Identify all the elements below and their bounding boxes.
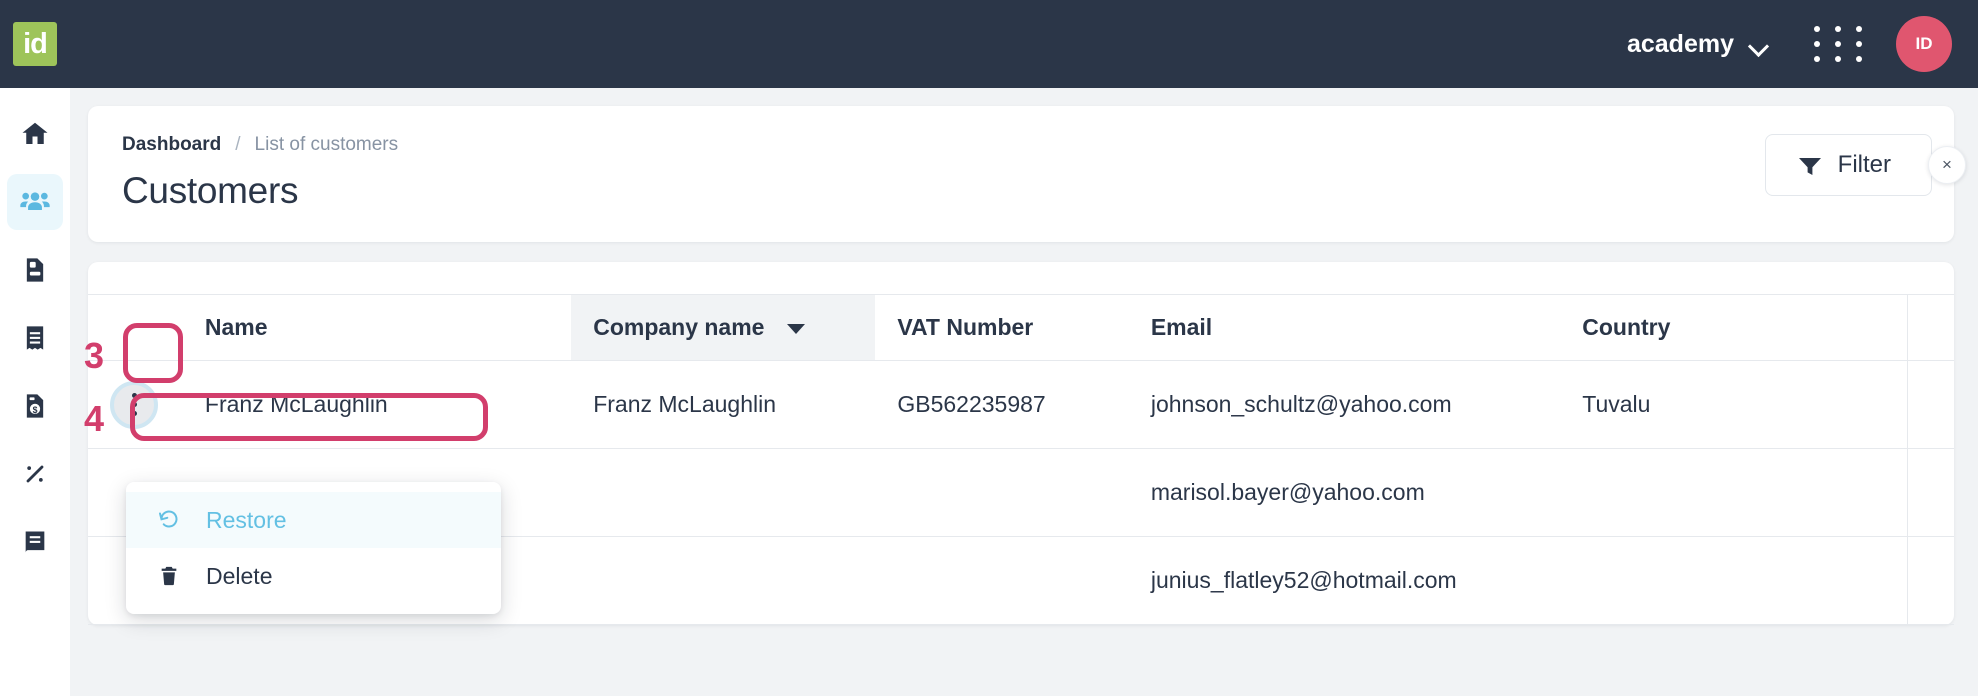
close-icon[interactable]: ×	[1928, 146, 1966, 184]
sidebar-item-customers[interactable]	[7, 174, 63, 230]
top-bar: id academy ID	[0, 0, 1978, 88]
sidebar-item-ledger[interactable]	[7, 514, 63, 570]
cell-vat: GB562235987	[875, 360, 1129, 449]
page-title: Customers	[122, 170, 299, 211]
document-icon	[21, 256, 49, 284]
receipt-icon	[21, 324, 49, 352]
cell-company	[571, 448, 876, 537]
filter-button[interactable]: Filter	[1764, 134, 1932, 196]
apps-grid-icon[interactable]	[1810, 24, 1866, 64]
book-icon	[21, 528, 49, 556]
trash-icon	[156, 564, 182, 588]
svg-text:$: $	[33, 405, 38, 415]
caret-down-icon	[786, 323, 805, 334]
sidebar: $	[0, 88, 70, 696]
cell-vat	[875, 448, 1129, 537]
sidebar-item-taxes[interactable]	[7, 446, 63, 502]
column-header-country[interactable]: Country	[1560, 294, 1954, 361]
cell-email: johnson_schultz@yahoo.com	[1128, 360, 1561, 449]
filter-area: Filter ×	[1764, 134, 1966, 196]
sidebar-item-quotes[interactable]	[7, 242, 63, 298]
org-switcher[interactable]: academy	[1617, 24, 1778, 65]
breadcrumb: Dashboard / List of customers	[122, 134, 1920, 156]
app-logo[interactable]: id	[13, 22, 57, 66]
sidebar-item-invoices[interactable]: $	[7, 378, 63, 434]
percent-icon	[21, 460, 49, 488]
cell-company	[571, 536, 876, 625]
restore-menu-item[interactable]: Restore	[126, 492, 501, 548]
breadcrumb-current[interactable]: List of customers	[255, 134, 399, 156]
cell-company: Franz McLaughlin	[571, 360, 876, 449]
column-header-company[interactable]: Company name	[571, 294, 876, 361]
cell-country: Tuvalu	[1560, 360, 1954, 449]
cell-vat	[875, 536, 1129, 625]
row-actions-dropdown: Restore Delete	[126, 482, 501, 614]
app-root: id academy ID $ Dashboard / List of cust…	[0, 0, 1978, 696]
restore-menu-label: Restore	[206, 506, 287, 533]
table-header-row: Name Company name VAT Number Email Count…	[88, 294, 1954, 361]
breadcrumb-dashboard[interactable]: Dashboard	[122, 134, 221, 156]
kebab-menu-icon[interactable]	[110, 380, 158, 429]
chevron-down-icon	[1750, 39, 1768, 49]
avatar[interactable]: ID	[1896, 16, 1952, 72]
annotation-number-4: 4	[84, 398, 105, 439]
cell-email: junius_flatley52@hotmail.com	[1128, 536, 1561, 625]
page-header-card: Dashboard / List of customers Customers …	[88, 106, 1966, 242]
people-icon	[19, 186, 51, 218]
sidebar-item-home[interactable]	[7, 106, 63, 162]
funnel-icon	[1798, 155, 1822, 175]
table-header: Name Company name VAT Number Email Count…	[88, 294, 1954, 361]
column-header-name[interactable]: Name	[182, 294, 572, 361]
cell-country	[1560, 536, 1954, 625]
org-name-label: academy	[1626, 29, 1734, 58]
delete-menu-label: Delete	[206, 562, 273, 589]
annotation-number-3: 3	[84, 335, 105, 376]
restore-undo-icon	[156, 508, 182, 532]
logo-container: id	[0, 22, 70, 66]
table-row[interactable]: Franz McLaughlin Franz McLaughlin GB5622…	[88, 360, 1954, 449]
breadcrumb-separator: /	[235, 134, 241, 155]
cell-email: marisol.bayer@yahoo.com	[1128, 448, 1561, 537]
invoice-dollar-icon: $	[21, 392, 49, 420]
home-icon	[20, 119, 50, 149]
delete-menu-item[interactable]: Delete	[126, 548, 501, 604]
sidebar-item-receipts[interactable]	[7, 310, 63, 366]
cell-country	[1560, 448, 1954, 537]
top-bar-actions: academy ID	[1617, 16, 1978, 72]
table-right-edge	[1907, 294, 1908, 625]
filter-button-label: Filter	[1837, 151, 1891, 178]
cell-name: Franz McLaughlin	[182, 360, 572, 449]
column-header-company-label: Company name	[593, 314, 765, 340]
column-header-vat[interactable]: VAT Number	[875, 294, 1129, 361]
column-header-email[interactable]: Email	[1128, 294, 1561, 361]
